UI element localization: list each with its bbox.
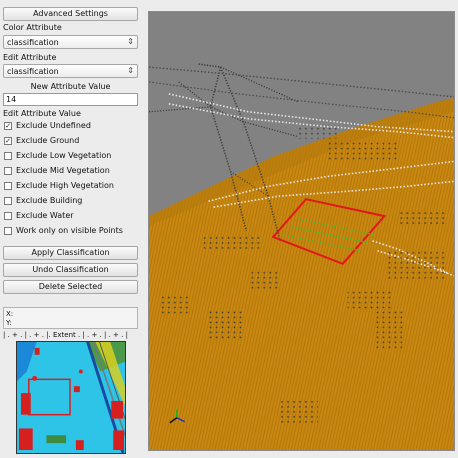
- new-attribute-value-label: New Attribute Value: [30, 82, 111, 91]
- checkbox-checked-icon[interactable]: ✓: [4, 122, 12, 130]
- checkbox-checked-icon[interactable]: ✓: [4, 137, 12, 145]
- edit-attribute-value: classification: [7, 67, 59, 76]
- coordinate-readout: X: Y:: [3, 307, 138, 329]
- checkbox-label: Exclude High Vegetation: [16, 181, 114, 190]
- checkbox-label: Work only on visible Points: [16, 226, 123, 235]
- new-attribute-value-input[interactable]: 14: [3, 93, 138, 106]
- new-attribute-value-text: 14: [6, 95, 17, 104]
- checkbox-label: Exclude Building: [16, 196, 83, 205]
- advanced-settings-button[interactable]: Advanced Settings: [3, 7, 138, 21]
- color-attribute-label: Color Attribute: [3, 23, 62, 32]
- color-attribute-select[interactable]: classification ⇕: [3, 35, 138, 49]
- checkbox-label: Exclude Undefined: [16, 121, 91, 130]
- tool-panel: Advanced Settings Color Attribute classi…: [0, 0, 141, 458]
- checkbox-unchecked-icon[interactable]: [4, 167, 12, 175]
- checkbox-unchecked-icon[interactable]: [4, 182, 12, 190]
- undo-classification-button[interactable]: Undo Classification: [3, 263, 138, 277]
- coord-y-label: Y:: [6, 319, 12, 327]
- edit-attribute-select[interactable]: classification ⇕: [3, 64, 138, 78]
- checkbox-label: Exclude Mid Vegetation: [16, 166, 110, 175]
- checkbox-label: Exclude Water: [16, 211, 74, 220]
- edit-attribute-label: Edit Attribute: [3, 53, 57, 62]
- select-arrows-icon: ⇕: [127, 37, 134, 46]
- point-cloud-viewport[interactable]: [148, 11, 455, 451]
- checkbox-unchecked-icon[interactable]: [4, 197, 12, 205]
- select-arrows-icon: ⇕: [127, 66, 134, 75]
- extent-ruler: | . + . | . + . |. Extent . | . + . | . …: [3, 331, 128, 339]
- delete-selected-button[interactable]: Delete Selected: [3, 280, 138, 294]
- checkbox-unchecked-icon[interactable]: [4, 227, 12, 235]
- checkbox-label: Exclude Ground: [16, 136, 80, 145]
- checkbox-unchecked-icon[interactable]: [4, 212, 12, 220]
- color-attribute-value: classification: [7, 38, 59, 47]
- apply-classification-button[interactable]: Apply Classification: [3, 246, 138, 260]
- checkbox-unchecked-icon[interactable]: [4, 152, 12, 160]
- overview-minimap[interactable]: [16, 341, 126, 454]
- edit-attribute-value-label: Edit Attribute Value: [3, 109, 81, 118]
- coord-x-label: X:: [6, 310, 14, 318]
- checkbox-label: Exclude Low Vegetation: [16, 151, 112, 160]
